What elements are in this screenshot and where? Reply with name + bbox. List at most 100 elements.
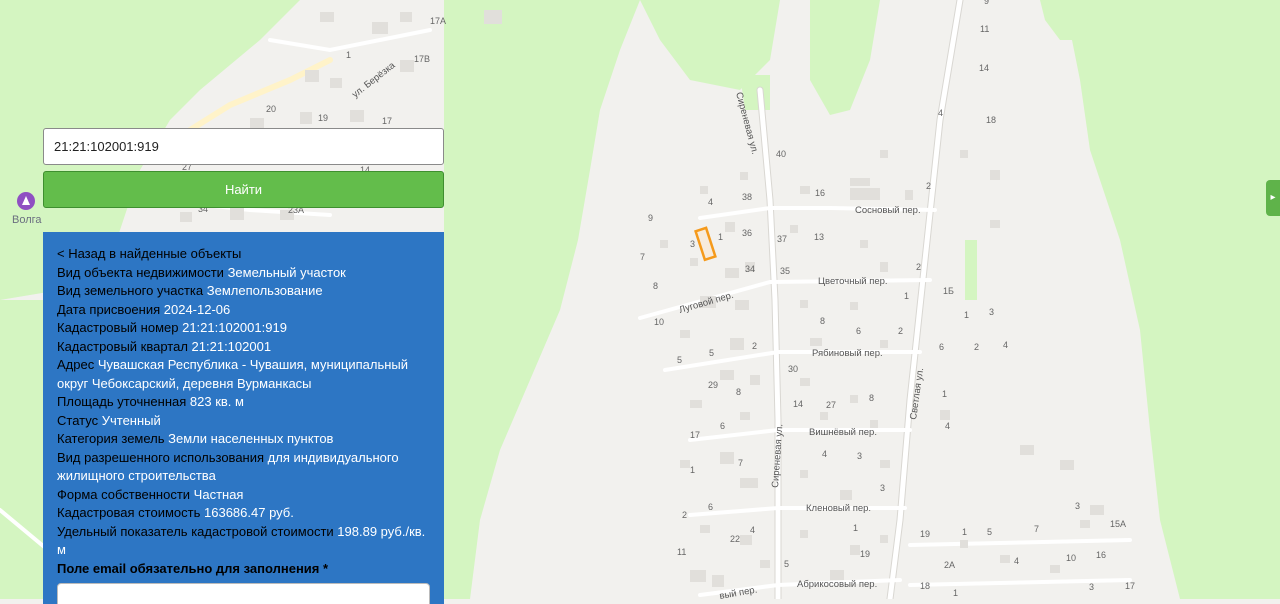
house-number: 4 <box>1003 340 1008 350</box>
info-row-value: 163686.47 руб. <box>204 505 294 520</box>
info-row-key: Дата присвоения <box>57 301 161 317</box>
info-row: Категория земель Земли населенных пункто… <box>57 430 430 449</box>
house-number: 1 <box>346 50 351 60</box>
house-number: 7 <box>1034 524 1039 534</box>
house-number: 3 <box>1089 582 1094 592</box>
house-number: 6 <box>856 326 861 336</box>
house-number: 3 <box>880 483 885 493</box>
info-row-key: Удельный показатель кадастровой стоимост… <box>57 523 334 539</box>
house-number: 2 <box>926 181 931 191</box>
house-number: 8 <box>736 387 741 397</box>
house-number: 30 <box>788 364 798 374</box>
email-label: Поле email обязательно для заполнения * <box>57 560 329 576</box>
street-label: Абрикосовый пер. <box>797 579 877 590</box>
house-number: 16 <box>815 188 825 198</box>
house-number: 4 <box>1014 556 1019 566</box>
info-row-value: 823 кв. м <box>189 394 244 409</box>
house-number: 5 <box>677 355 682 365</box>
house-number: 35 <box>780 266 790 276</box>
park-icon[interactable] <box>17 192 35 210</box>
back-to-results-link[interactable]: < Назад в найденные объекты <box>57 245 430 264</box>
info-row-key: Кадастровый номер <box>57 320 179 335</box>
info-row-value: Чувашская Республика - Чувашия, муниципа… <box>57 357 409 391</box>
house-number: 1 <box>953 588 958 598</box>
info-row-key: Кадастровый квартал <box>57 338 188 354</box>
info-row-value: Учтенный <box>101 412 161 428</box>
info-rows: Вид объекта недвижимости Земельный участ… <box>57 264 430 560</box>
info-row: Площадь уточненная 823 кв. м <box>57 393 430 412</box>
house-number: 19 <box>860 549 870 559</box>
house-number: 17 <box>1125 581 1135 591</box>
house-number: 2 <box>752 341 757 351</box>
house-number: 37 <box>777 234 787 244</box>
chevron-icon: ▸ <box>1270 192 1276 203</box>
house-number: 2 <box>974 342 979 352</box>
house-number: 10 <box>654 317 664 327</box>
search-input[interactable] <box>43 128 444 165</box>
info-row: Статус Учтенный <box>57 412 430 431</box>
house-number: 2 <box>682 510 687 520</box>
info-row: Удельный показатель кадастровой стоимост… <box>57 523 430 560</box>
info-row-value: Частная <box>193 486 244 502</box>
house-number: 9 <box>984 0 989 6</box>
house-number: 18 <box>986 115 996 125</box>
house-number: 1 <box>718 232 723 242</box>
info-row: Дата присвоения 2024-12-06 <box>57 301 430 320</box>
info-row-key: Адрес <box>57 357 95 372</box>
info-row-key: Статус <box>57 412 99 428</box>
info-row-value: Земельный участок <box>227 264 346 280</box>
house-number: 4 <box>750 525 755 535</box>
house-number: 3 <box>989 307 994 317</box>
house-number: 1 <box>964 310 969 320</box>
info-row: Кадастровая стоимость 163686.47 руб. <box>57 504 430 523</box>
house-number: 1 <box>853 523 858 533</box>
house-number: 3 <box>690 239 695 249</box>
info-row-key: Вид земельного участка <box>57 283 204 298</box>
search-panel: Найти < Назад в найденные объекты Вид об… <box>43 128 444 604</box>
info-row-value: Земли населенных пунктов <box>168 431 334 446</box>
street-label: Кленовый пер. <box>806 503 871 514</box>
info-row: Адрес Чувашская Республика - Чувашия, му… <box>57 356 430 393</box>
info-row: Вид земельного участка Землепользование <box>57 282 430 301</box>
info-row-value: 2024-12-06 <box>163 301 231 317</box>
house-number: 8 <box>653 281 658 291</box>
find-button[interactable]: Найти <box>43 171 444 208</box>
house-number: 19 <box>920 529 930 539</box>
house-number: 1 <box>942 389 947 399</box>
house-number: 38 <box>742 192 752 202</box>
house-number: 17А <box>430 16 446 26</box>
house-number: 16 <box>1096 550 1106 560</box>
house-number: 6 <box>708 502 713 512</box>
house-number: 14 <box>979 63 989 73</box>
info-row: Кадастровый квартал 21:21:102001 <box>57 338 430 357</box>
info-row: Кадастровый номер 21:21:102001:919 <box>57 319 430 338</box>
right-panel-toggle[interactable]: ▸ <box>1266 180 1280 216</box>
house-number: 4 <box>708 197 713 207</box>
house-number: 4 <box>938 108 943 118</box>
house-number: 13 <box>814 232 824 242</box>
house-number: 6 <box>939 342 944 352</box>
house-number: 14 <box>793 399 803 409</box>
house-number: 5 <box>709 348 714 358</box>
house-number: 19 <box>318 113 328 123</box>
house-number: 1 <box>690 465 695 475</box>
house-number: 4 <box>822 449 827 459</box>
street-label: Цветочный пер. <box>818 276 888 287</box>
house-number: 36 <box>742 228 752 238</box>
house-number: 8 <box>820 316 825 326</box>
poi-label: Волга <box>12 214 42 226</box>
street-label: Вишнёвый пер. <box>809 427 877 438</box>
object-info-card: < Назад в найденные объекты Вид объекта … <box>43 232 444 604</box>
house-number: 17В <box>414 54 430 64</box>
house-number: 9 <box>648 213 653 223</box>
house-number: 7 <box>738 458 743 468</box>
email-input[interactable] <box>57 583 430 604</box>
house-number: 1 <box>962 527 967 537</box>
house-number: 5 <box>987 527 992 537</box>
info-row: Вид разрешенного использования для индив… <box>57 449 430 486</box>
info-row-value: Землепользование <box>206 283 323 298</box>
info-row-value: 21:21:102001 <box>191 338 272 354</box>
house-number: 15А <box>1110 519 1126 529</box>
info-row-key: Площадь уточненная <box>57 394 187 409</box>
info-row-key: Вид объекта недвижимости <box>57 264 224 280</box>
